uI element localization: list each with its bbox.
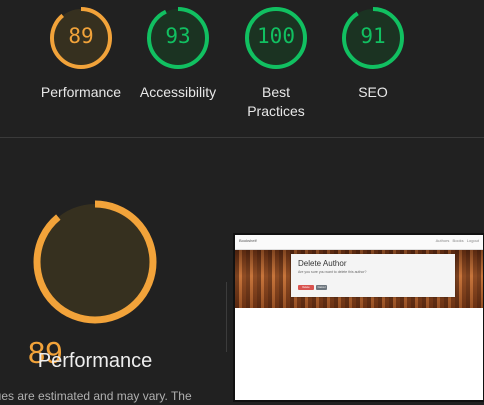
- section-divider: [0, 137, 484, 138]
- metrics-note: lues are estimated and may vary. The: [0, 389, 192, 403]
- score-value: 89: [68, 24, 94, 48]
- score-seo[interactable]: 91 SEO: [323, 5, 423, 102]
- thumb-card-title: Delete Author: [298, 259, 347, 268]
- score-value: 93: [165, 24, 191, 48]
- score-value: 91: [360, 24, 386, 48]
- score-label: Performance: [40, 84, 122, 100]
- gauge-ring: 91: [340, 5, 406, 71]
- performance-heading: Performance: [37, 350, 153, 372]
- thumb-delete-button: Delete: [298, 285, 314, 290]
- gauge-ring: 93: [145, 5, 211, 71]
- gauge-ring: 100: [243, 5, 309, 71]
- thumb-cancel-button: Cancel: [316, 285, 327, 290]
- score-label: SEO: [358, 84, 388, 100]
- gauge-ring: 89: [48, 5, 114, 71]
- thumb-hero-image: Delete Author Are you sure you want to d…: [235, 250, 483, 308]
- score-accessibility[interactable]: 93 Accessibility: [128, 5, 228, 102]
- vertical-divider: [226, 282, 227, 352]
- score-label: Accessibility: [139, 84, 217, 100]
- score-performance[interactable]: 89 Performance: [31, 5, 131, 102]
- thumb-card-subtitle: Are you sure you want to delete this aut…: [298, 270, 367, 274]
- thumb-navbar: Bookshelf Authors Books Logout: [235, 235, 483, 250]
- score-value: 100: [257, 24, 295, 48]
- score-label: Best Practices: [247, 84, 305, 119]
- thumb-delete-card: Delete Author Are you sure you want to d…: [291, 254, 455, 297]
- score-best-practices[interactable]: 100 Best Practices: [226, 5, 326, 121]
- thumb-nav-links: Authors Books Logout: [435, 238, 479, 243]
- thumb-brand: Bookshelf: [239, 238, 257, 243]
- final-screenshot[interactable]: Bookshelf Authors Books Logout Delete Au…: [233, 233, 484, 402]
- performance-gauge: 89: [28, 200, 162, 370]
